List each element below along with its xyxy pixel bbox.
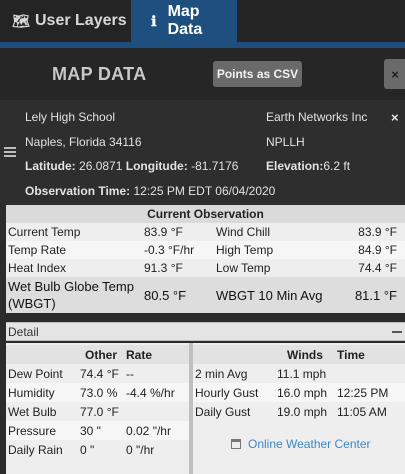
elevation-label: Elevation: — [266, 159, 324, 173]
rate-header: Rate — [124, 345, 189, 364]
close-panel-button[interactable]: × — [384, 59, 405, 89]
link-label: Online Weather Center — [248, 437, 371, 451]
elevation: Elevation:6.2 ft — [266, 159, 350, 173]
cell-rate — [124, 402, 189, 421]
cell-value: 84.9 °F — [343, 241, 405, 259]
table-row: 2 min Avg 11.1 mph — [193, 364, 405, 383]
calendar-icon — [231, 439, 241, 449]
cell-label: Wind Chill — [216, 225, 271, 239]
longitude-value: -81.7176 — [191, 159, 239, 173]
cell-value: 73.0 % — [78, 383, 124, 402]
table-row: Temp Rate -0.3 °F/hr High Temp 84.9 °F — [6, 241, 405, 259]
table-row: Wet Bulb 77.0 °F — [6, 402, 189, 421]
cell-time: 12:25 PM — [335, 383, 405, 402]
cell-rate: -4.4 %/hr — [124, 383, 189, 402]
obs-time-label: Observation Time: — [25, 184, 131, 198]
cell-value: 91.3 °F — [144, 261, 183, 275]
other-header: Other — [78, 345, 124, 364]
obs-time-value: 12:25 PM EDT 06/04/2020 — [133, 184, 276, 198]
detail-tables: Other Rate Dew Point 74.4 °F -- Humidity 73… — [6, 343, 405, 474]
cell-value: 11.1 mph — [277, 366, 327, 381]
winds-header-blank — [193, 345, 275, 364]
table-row: Hourly Gust 16.0 mph 12:25 PM — [193, 383, 405, 402]
winds-table: Winds Time 2 min Avg 11.1 mph Hourly Gust… — [193, 345, 405, 421]
observation-time: Observation Time: 12:25 PM EDT 06/04/202… — [25, 184, 275, 198]
other-table: Other Rate Dew Point 74.4 °F -- Humidity 73… — [6, 345, 189, 459]
table-row: Daily Rain 0 " 0 "/hr — [6, 440, 189, 459]
cell-time: 11:05 AM — [337, 404, 387, 419]
table-row: Current Temp 83.9 °F Wind Chill 83.9 °F — [6, 223, 405, 241]
cell-rate: 0 "/hr — [126, 442, 155, 457]
cell-value: 0 " — [80, 442, 95, 457]
winds-header: Winds — [275, 345, 335, 364]
cell-rate: -- — [126, 366, 134, 381]
cell-label: Dew Point — [8, 366, 63, 381]
longitude-label: Longitude: — [125, 159, 188, 173]
wbgt-avg-label: WBGT 10 Min Avg — [214, 277, 344, 313]
latitude-label: Latitude: — [25, 159, 76, 173]
map-icon: 🗺 — [12, 12, 30, 29]
cell-label: Temp Rate — [6, 241, 142, 259]
cell-label: Daily Gust — [195, 404, 251, 419]
wbgt-avg-value: 81.1 °F — [343, 277, 405, 313]
current-observation-title: Current Observation — [6, 205, 405, 223]
cell-value: 83.9 °F — [358, 225, 397, 239]
cell-label: Wet Bulb — [8, 404, 57, 419]
table-row: Daily Gust 19.0 mph 11:05 AM — [193, 402, 405, 421]
station-name: Lely High School — [25, 110, 116, 124]
latitude-value: 26.0871 — [79, 159, 123, 173]
collapse-icon[interactable] — [392, 331, 402, 333]
table-row: Heat Index 91.3 °F Low Temp 74.4 °F — [6, 259, 405, 277]
cell-value: 74.4 °F — [358, 261, 397, 275]
cell-label: High Temp — [214, 241, 344, 259]
cell-time — [335, 364, 405, 383]
current-observation-table: Current Observation Current Temp 83.9 °F… — [6, 205, 405, 313]
tab-user-layers[interactable]: 🗺 User Layers — [0, 0, 130, 42]
cell-label: Humidity — [6, 383, 78, 402]
station-info: Lely High School Earth Networks Inc × Na… — [0, 100, 405, 205]
cell-value: 74.4 °F — [80, 366, 119, 381]
coordinates: Latitude: 26.0871 Longitude: -81.7176 — [25, 159, 238, 173]
cell-value: 77.0 °F — [80, 404, 119, 419]
tab-label: User Layers — [35, 12, 127, 29]
wbgt-value: 80.5 °F — [142, 277, 214, 313]
time-header: Time — [335, 345, 405, 364]
detail-label: Detail — [8, 325, 39, 339]
cell-label: Low Temp — [216, 261, 271, 275]
close-icon[interactable]: × — [391, 110, 399, 125]
cell-value: -0.3 °F/hr — [142, 241, 214, 259]
station-city: Naples, Florida 34116 — [25, 135, 142, 149]
tab-label: Map Data — [167, 3, 203, 38]
wbgt-label: Wet Bulb Globe Temp (WBGT) — [6, 277, 142, 313]
cell-label: Pressure — [6, 421, 78, 440]
table-row: Dew Point 74.4 °F -- — [6, 364, 189, 383]
cell-label: Daily Rain — [8, 442, 63, 457]
elevation-value: 6.2 ft — [323, 159, 351, 173]
table-row: Pressure 30 " 0.02 "/hr — [6, 421, 189, 440]
cell-value: 30 " — [78, 421, 124, 440]
cell-rate: 0.02 "/hr — [124, 421, 189, 440]
cell-label: Heat Index — [8, 261, 67, 275]
station-code: NPLLH — [266, 135, 305, 149]
wbgt-row: Wet Bulb Globe Temp (WBGT) 80.5 °F WBGT … — [6, 277, 405, 313]
info-icon: ℹ — [151, 12, 157, 29]
station-provider: Earth Networks Inc — [266, 110, 368, 124]
detail-toggle[interactable]: Detail — [6, 322, 405, 341]
page-title: MAP DATA — [52, 64, 147, 84]
cell-label: 2 min Avg — [195, 366, 248, 381]
cell-value: 83.9 °F — [144, 225, 183, 239]
cell-label: Hourly Gust — [193, 383, 275, 402]
cell-label: Current Temp — [8, 225, 81, 239]
other-header-blank — [6, 345, 78, 364]
tab-bar: 🗺 User Layers ℹ Map Data — [0, 0, 405, 42]
table-row: Humidity 73.0 % -4.4 %/hr — [6, 383, 189, 402]
online-weather-center-link[interactable]: Online Weather Center — [231, 437, 371, 451]
points-csv-button[interactable]: Points as CSV — [213, 61, 302, 87]
cell-value: 19.0 mph — [277, 404, 328, 419]
tab-map-data[interactable]: ℹ Map Data — [131, 0, 237, 42]
menu-icon[interactable] — [4, 147, 16, 159]
panel-header: MAP DATA Points as CSV × — [0, 48, 405, 100]
cell-value: 16.0 mph — [275, 383, 335, 402]
